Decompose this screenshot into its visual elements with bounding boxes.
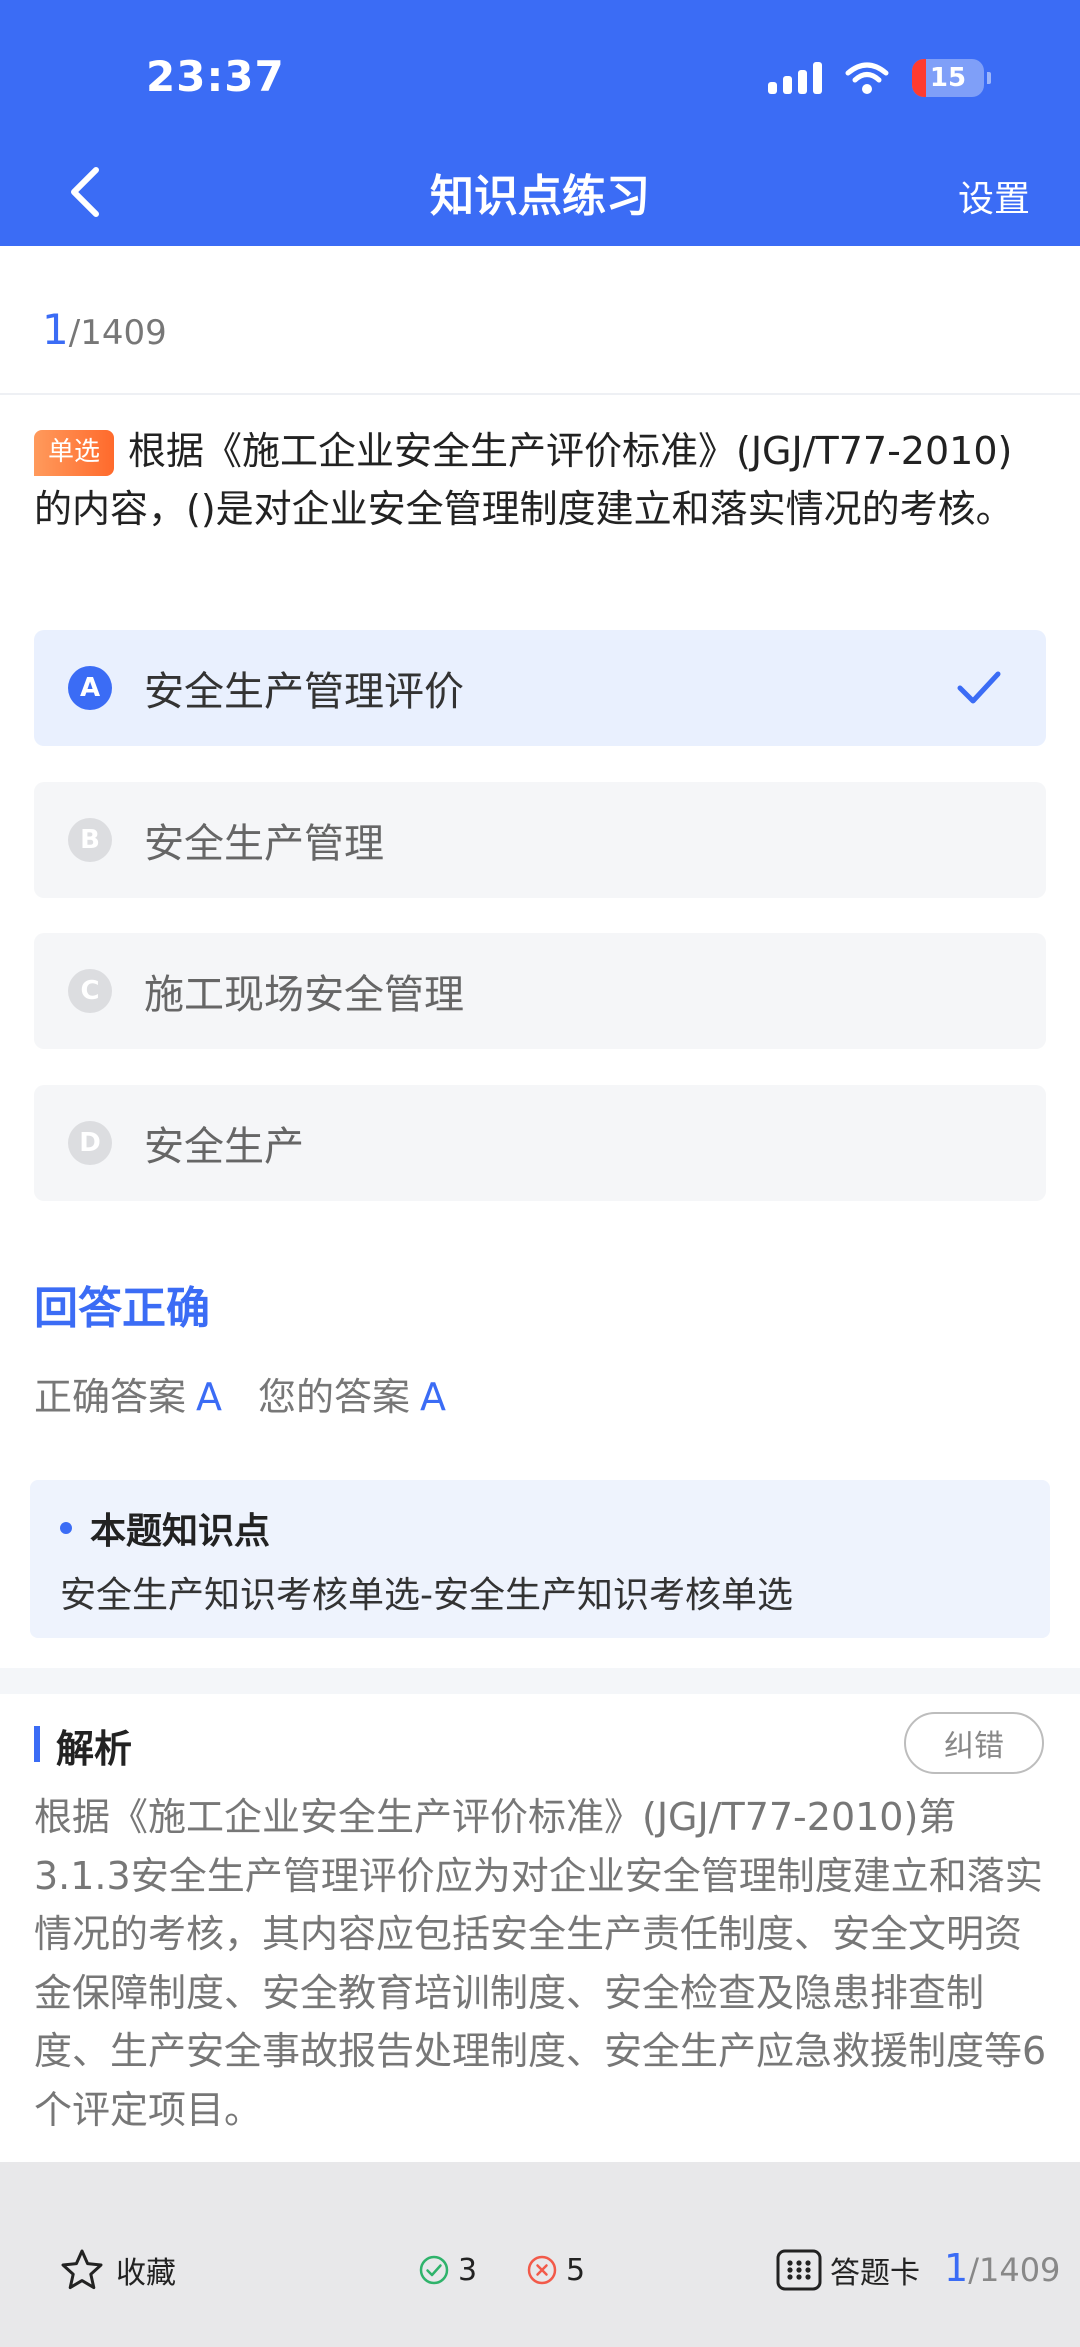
total-questions: /1409 [68, 313, 167, 353]
option-label: 施工现场安全管理 [144, 972, 464, 1018]
analysis-text: 根据《施工企业安全生产评价标准》(JGJ/T77-2010)第3.1.3安全生产… [34, 1795, 1047, 2132]
option-letter: C [68, 969, 112, 1013]
analysis-title: 解析 [56, 1727, 133, 1771]
correct-answer-label: 正确答案 [34, 1375, 187, 1419]
wrong-count: 5 [526, 2248, 585, 2292]
battery-level: 15 [929, 63, 967, 93]
settings-button[interactable]: 设置 [958, 170, 1030, 222]
knowledge-point-text: 安全生产知识考核单选-安全生产知识考核单选 [60, 1575, 793, 1616]
bottom-toolbar: 收藏 3 5 答题卡 1/1409 [0, 2162, 1080, 2347]
option-letter: B [68, 818, 112, 862]
bottom-total: /1409 [968, 2251, 1061, 2289]
status-indicators: 15 [768, 56, 991, 100]
option-label: 安全生产 [144, 1124, 304, 1170]
answer-card-button[interactable]: 答题卡 [776, 2248, 920, 2292]
star-icon [61, 2249, 103, 2290]
answer-summary: 正确答案 A 您的答案 A [34, 1366, 482, 1421]
favorite-label: 收藏 [116, 2256, 176, 2291]
wrong-count-value: 5 [566, 2252, 586, 2288]
wifi-icon [845, 62, 889, 94]
battery-icon: 15 [912, 59, 991, 97]
grid-icon [776, 2249, 822, 2291]
checkmark-icon [957, 671, 1001, 704]
option-letter: A [68, 666, 112, 710]
your-answer-label: 您的答案 [258, 1375, 411, 1419]
section-divider [0, 1668, 1080, 1694]
bullet-dot-icon [60, 1522, 72, 1534]
correct-count: 3 [418, 2248, 477, 2292]
analysis-accent-bar [34, 1726, 40, 1762]
option-label: 安全生产管理 [144, 821, 384, 867]
page-title: 知识点练习 [430, 171, 650, 222]
correct-answer-value: A [196, 1375, 223, 1419]
result-title: 回答正确 [34, 1283, 210, 1334]
bottom-question-counter: 1/1409 [944, 2246, 1060, 2290]
answer-card-label: 答题卡 [830, 2256, 920, 2291]
correct-count-value: 3 [458, 2252, 478, 2288]
bottom-current-number: 1 [944, 2246, 969, 2290]
question-text: 单选 根据《施工企业安全生产评价标准》(JGJ/T77-2010)的内容，()是对… [34, 422, 1046, 538]
option-a[interactable]: A 安全生产管理评价 [34, 630, 1046, 746]
question-counter: 1/1409 [42, 305, 167, 354]
your-answer-value: A [420, 1375, 447, 1419]
app-header: 23:37 15 知识点练习 设置 [0, 0, 1080, 246]
current-question-number: 1 [42, 305, 69, 354]
correct-circle-icon [419, 2255, 449, 2285]
option-label: 安全生产管理评价 [144, 669, 464, 715]
option-d[interactable]: D 安全生产 [34, 1085, 1046, 1201]
favorite-button[interactable]: 收藏 [60, 2248, 176, 2292]
option-letter: D [68, 1121, 112, 1165]
option-b[interactable]: B 安全生产管理 [34, 782, 1046, 898]
question-type-tag: 单选 [34, 430, 115, 476]
cellular-signal-icon [768, 62, 822, 94]
knowledge-point-heading: 本题知识点 [90, 1511, 271, 1552]
question-body: 根据《施工企业安全生产评价标准》(JGJ/T77-2010)的内容，()是对企业… [34, 429, 1014, 531]
divider [0, 393, 1080, 395]
status-time: 23:37 [146, 52, 285, 101]
report-error-button[interactable]: 纠错 [904, 1712, 1044, 1774]
knowledge-point-box: 本题知识点 安全生产知识考核单选-安全生产知识考核单选 [30, 1480, 1050, 1638]
wrong-circle-icon [527, 2255, 557, 2285]
option-c[interactable]: C 施工现场安全管理 [34, 933, 1046, 1049]
knowledge-point-title: 本题知识点 [60, 1502, 270, 1554]
